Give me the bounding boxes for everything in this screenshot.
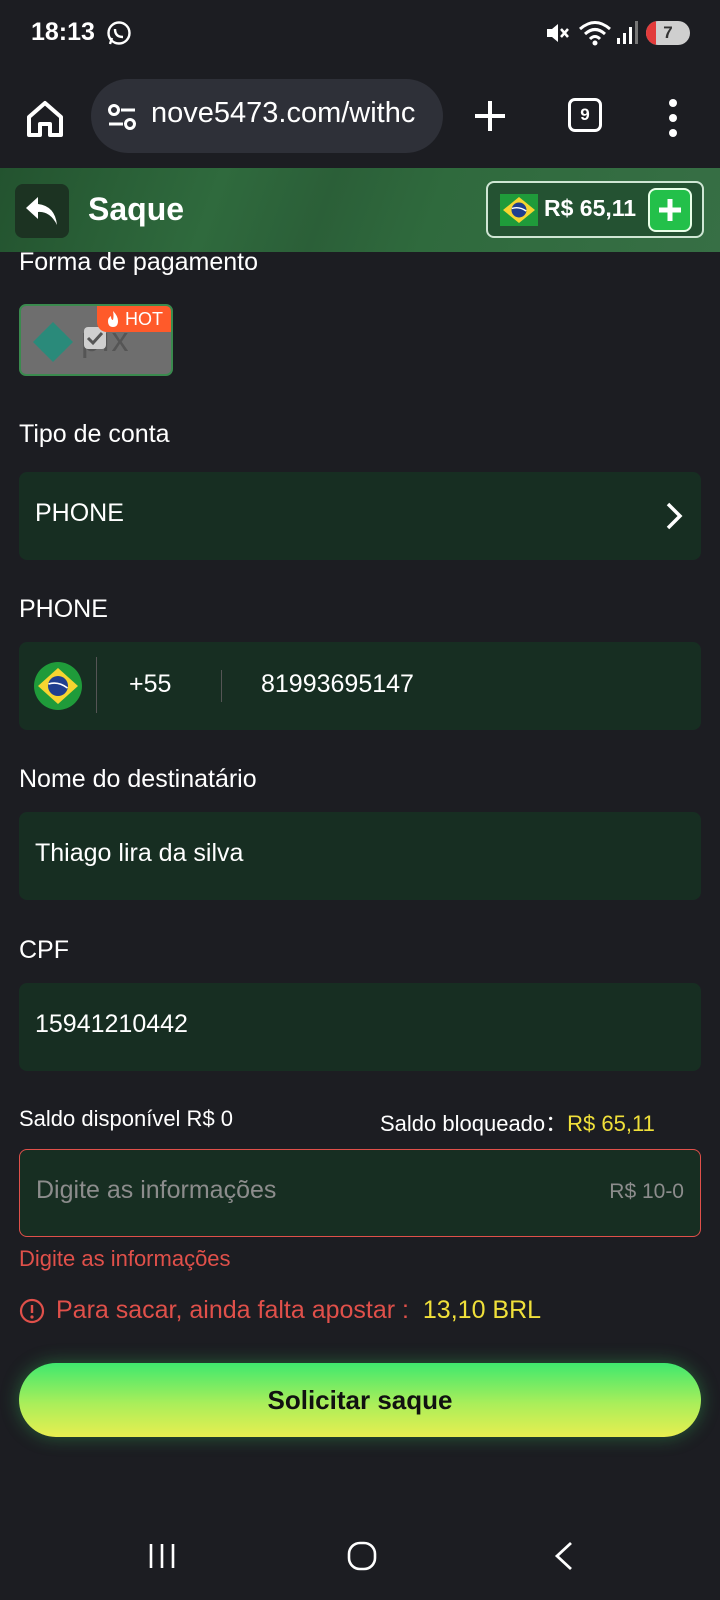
alert-icon <box>19 1298 45 1324</box>
battery-level-text: 7 <box>663 23 673 42</box>
phone-field: +55 81993695147 <box>19 642 701 730</box>
recipient-name-input[interactable]: Thiago lira da silva <box>19 812 701 900</box>
account-type-label: Tipo de conta <box>19 420 170 448</box>
blocked-balance-value: R$ 65,11 <box>567 1111 655 1136</box>
amount-range: R$ 10-0 <box>609 1180 684 1203</box>
amount-placeholder: Digite as informações <box>36 1176 277 1204</box>
header-balance: R$ 65,11 <box>544 195 637 221</box>
cpf-label: CPF <box>19 936 69 964</box>
available-balance: Saldo disponível R$ 0 <box>19 1106 234 1131</box>
signal-icon <box>617 21 638 44</box>
page-title: Saque <box>88 191 185 227</box>
back-button[interactable] <box>15 184 69 238</box>
account-type-select[interactable]: PHONE <box>19 472 701 560</box>
back-nav-icon[interactable] <box>552 1540 576 1572</box>
mute-icon <box>547 24 569 42</box>
wifi-icon <box>579 21 611 46</box>
bet-requirement-value: 13,10 BRL <box>422 1296 542 1324</box>
status-time: 18:13 <box>31 18 95 46</box>
brazil-flag-icon <box>34 662 82 710</box>
home-nav-icon[interactable] <box>346 1540 378 1572</box>
amount-error-message: Digite as informações <box>19 1246 231 1271</box>
fire-icon <box>108 311 118 327</box>
battery-indicator: 7 <box>646 21 690 45</box>
hot-badge-text: HOT <box>125 309 163 329</box>
phone-number-input[interactable]: 81993695147 <box>261 670 414 699</box>
address-bar[interactable]: nove5473.com/withc <box>91 79 443 153</box>
tab-switcher-button[interactable]: 9 <box>568 98 602 132</box>
hot-badge: HOT <box>97 306 171 332</box>
browser-home-icon[interactable] <box>24 98 66 140</box>
cpf-input[interactable]: 15941210442 <box>19 983 701 1071</box>
recents-nav-icon[interactable] <box>147 1541 177 1571</box>
site-settings-icon[interactable] <box>107 103 137 131</box>
withdraw-amount-input[interactable]: Digite as informações R$ 10-0 <box>19 1149 701 1237</box>
back-arrow-icon <box>26 197 57 225</box>
browser-menu-icon[interactable] <box>666 98 680 138</box>
blocked-balance: Saldo bloqueado：R$ 65,11 <box>380 1106 655 1138</box>
whatsapp-notification-icon <box>107 21 131 45</box>
phone-country-code: +55 <box>129 670 172 698</box>
phone-label: PHONE <box>19 595 108 623</box>
pix-logo-icon <box>33 322 73 362</box>
bet-requirement-text: Para sacar, ainda falta apostar : <box>56 1296 409 1324</box>
balance-pill: R$ 65,11 <box>486 181 704 238</box>
payment-method-label: Forma de pagamento <box>19 248 259 276</box>
phone-divider <box>221 670 222 702</box>
pix-payment-option[interactable]: pix HOT <box>19 304 173 376</box>
brazil-flag-icon <box>500 194 538 226</box>
new-tab-icon[interactable] <box>472 98 508 134</box>
url-text: nove5473.com/withc <box>151 97 416 129</box>
blocked-balance-label: Saldo bloqueado： <box>380 1111 568 1136</box>
plus-icon <box>659 199 681 221</box>
chevron-right-icon <box>666 502 683 530</box>
recipient-name-value: Thiago lira da silva <box>35 839 244 867</box>
phone-divider <box>96 657 97 713</box>
deposit-button[interactable] <box>648 188 692 232</box>
cpf-value: 15941210442 <box>35 1010 188 1038</box>
recipient-label: Nome do destinatário <box>19 765 257 793</box>
account-type-value: PHONE <box>35 499 124 527</box>
country-selector[interactable] <box>34 662 82 710</box>
bet-requirement-warning: Para sacar, ainda falta apostar : 13,10 … <box>56 1296 541 1325</box>
request-withdraw-button[interactable]: Solicitar saque <box>19 1363 701 1437</box>
